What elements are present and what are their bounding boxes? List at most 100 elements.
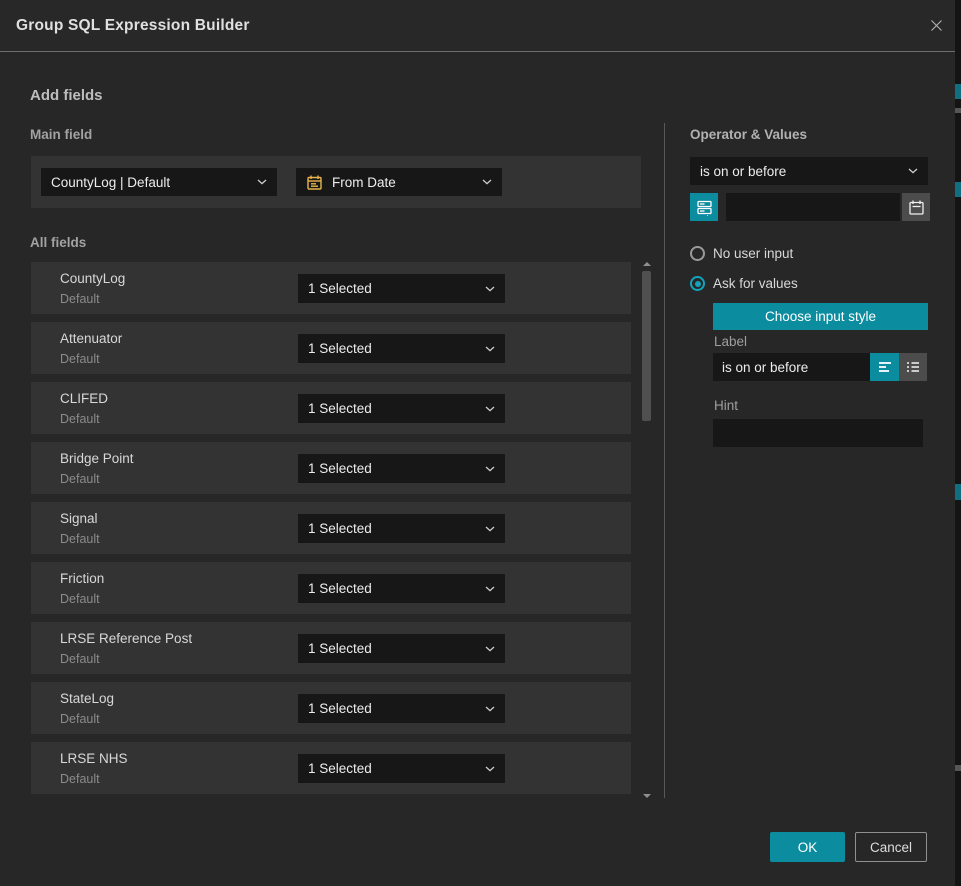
background-app-edge [955, 0, 961, 886]
chevron-down-icon [485, 586, 495, 592]
field-subtitle: Default [60, 712, 100, 726]
main-field-date-value: From Date [332, 175, 396, 190]
edge-fleck [955, 84, 961, 99]
hint-caption: Hint [714, 398, 738, 413]
field-subtitle: Default [60, 472, 100, 486]
main-field-heading: Main field [30, 127, 92, 142]
field-row: Attenuator Default 1 Selected [31, 322, 631, 374]
unique-values-button[interactable] [690, 193, 718, 221]
choose-input-style-button[interactable]: Choose input style [713, 303, 928, 330]
chevron-down-icon [257, 179, 267, 185]
field-row: StateLog Default 1 Selected [31, 682, 631, 734]
main-field-source-value: CountyLog | Default [51, 175, 170, 190]
text-style-button[interactable] [870, 353, 899, 381]
close-icon [928, 17, 945, 34]
field-selection-dropdown[interactable]: 1 Selected [298, 514, 505, 543]
field-row: CountyLog Default 1 Selected [31, 262, 631, 314]
scroll-up-icon[interactable] [643, 262, 651, 266]
field-selection-value: 1 Selected [308, 761, 372, 776]
field-selection-value: 1 Selected [308, 581, 372, 596]
hint-input[interactable] [713, 419, 923, 447]
list-style-button[interactable] [899, 353, 927, 381]
radio-selected-icon [690, 276, 705, 291]
chevron-down-icon [485, 286, 495, 292]
chevron-down-icon [485, 526, 495, 532]
close-button[interactable] [926, 15, 947, 36]
align-left-icon [877, 359, 893, 375]
chevron-down-icon [485, 706, 495, 712]
radio-label: No user input [713, 246, 793, 261]
field-selection-dropdown[interactable]: 1 Selected [298, 394, 505, 423]
field-selection-dropdown[interactable]: 1 Selected [298, 694, 505, 723]
radio-no-user-input[interactable]: No user input [690, 246, 793, 261]
field-name: Friction [60, 571, 104, 586]
chevron-down-icon [482, 179, 492, 185]
all-fields-heading: All fields [30, 235, 86, 250]
field-selection-dropdown[interactable]: 1 Selected [298, 574, 505, 603]
edge-fleck [955, 765, 961, 771]
edge-fleck [955, 182, 961, 197]
dialog-titlebar: Group SQL Expression Builder [0, 0, 955, 52]
field-selection-dropdown[interactable]: 1 Selected [298, 634, 505, 663]
field-selection-dropdown[interactable]: 1 Selected [298, 334, 505, 363]
field-name: LRSE NHS [60, 751, 128, 766]
chevron-down-icon [485, 466, 495, 472]
ok-button[interactable]: OK [770, 832, 845, 862]
field-name: Signal [60, 511, 98, 526]
field-selection-dropdown[interactable]: 1 Selected [298, 274, 505, 303]
label-caption: Label [714, 334, 747, 349]
field-name: LRSE Reference Post [60, 631, 192, 646]
field-name: CountyLog [60, 271, 125, 286]
field-selection-value: 1 Selected [308, 701, 372, 716]
unique-values-icon [696, 199, 713, 216]
edge-fleck [955, 484, 961, 500]
cancel-button[interactable]: Cancel [855, 832, 927, 862]
main-field-date-dropdown[interactable]: From Date [296, 168, 502, 196]
field-row: Signal Default 1 Selected [31, 502, 631, 554]
radio-icon [690, 246, 705, 261]
field-row: LRSE Reference Post Default 1 Selected [31, 622, 631, 674]
value-input[interactable] [726, 193, 900, 221]
field-name: StateLog [60, 691, 114, 706]
calendar-icon [908, 199, 925, 216]
main-field-card: CountyLog | Default From Date [31, 156, 641, 208]
field-subtitle: Default [60, 652, 100, 666]
field-selection-value: 1 Selected [308, 281, 372, 296]
field-name: Bridge Point [60, 451, 134, 466]
field-selection-value: 1 Selected [308, 401, 372, 416]
field-subtitle: Default [60, 532, 100, 546]
radio-ask-for-values[interactable]: Ask for values [690, 276, 798, 291]
calendar-icon [306, 174, 323, 191]
field-row: Friction Default 1 Selected [31, 562, 631, 614]
dialog-title: Group SQL Expression Builder [16, 0, 250, 51]
field-selection-value: 1 Selected [308, 461, 372, 476]
edge-fleck [955, 108, 961, 113]
field-selection-dropdown[interactable]: 1 Selected [298, 754, 505, 783]
field-name: CLIFED [60, 391, 108, 406]
field-row: Bridge Point Default 1 Selected [31, 442, 631, 494]
chevron-down-icon [908, 168, 918, 174]
label-input[interactable] [713, 353, 870, 381]
field-row: CLIFED Default 1 Selected [31, 382, 631, 434]
field-selection-value: 1 Selected [308, 521, 372, 536]
bullet-list-icon [905, 359, 921, 375]
main-field-source-dropdown[interactable]: CountyLog | Default [41, 168, 277, 196]
operator-dropdown[interactable]: is on or before [690, 157, 928, 185]
field-subtitle: Default [60, 412, 100, 426]
radio-label: Ask for values [713, 276, 798, 291]
add-fields-heading: Add fields [30, 87, 103, 104]
date-picker-button[interactable] [902, 193, 930, 221]
list-scrollbar[interactable] [642, 261, 651, 799]
scroll-down-icon[interactable] [643, 794, 651, 798]
field-selection-value: 1 Selected [308, 641, 372, 656]
panel-divider [664, 123, 665, 798]
field-row: LRSE NHS Default 1 Selected [31, 742, 631, 794]
field-selection-value: 1 Selected [308, 341, 372, 356]
scrollbar-thumb[interactable] [642, 271, 651, 421]
chevron-down-icon [485, 766, 495, 772]
chevron-down-icon [485, 646, 495, 652]
field-subtitle: Default [60, 352, 100, 366]
chevron-down-icon [485, 346, 495, 352]
operator-value: is on or before [700, 164, 786, 179]
field-selection-dropdown[interactable]: 1 Selected [298, 454, 505, 483]
